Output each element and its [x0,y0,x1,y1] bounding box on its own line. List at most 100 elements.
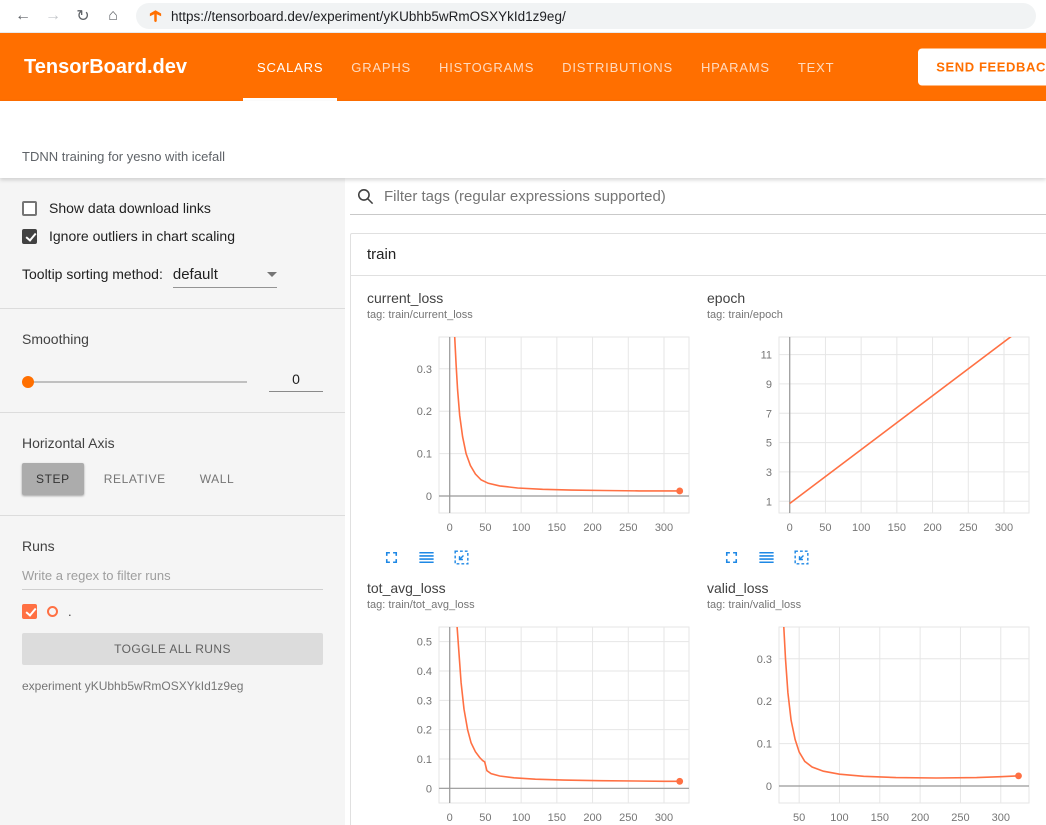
svg-text:0.5: 0.5 [417,637,432,649]
smoothing-value-input[interactable]: 0 [269,371,323,392]
data-table-icon[interactable] [755,546,777,568]
chart-card-epoch: epoch tag: train/epoch 05010015020025030… [707,290,1046,568]
svg-text:200: 200 [583,522,601,534]
fullscreen-icon[interactable] [720,546,742,568]
svg-text:0.1: 0.1 [757,739,772,751]
chart-title: current_loss [367,290,707,306]
address-bar[interactable]: https://tensorboard.dev/experiment/yKUbh… [136,3,1036,29]
smoothing-label: Smoothing [22,331,323,347]
svg-text:50: 50 [479,812,491,824]
tag-filter-row [350,178,1046,215]
fit-domain-icon[interactable] [450,546,472,568]
svg-text:11: 11 [761,350,772,362]
tooltip-sorting-label: Tooltip sorting method: [22,266,163,282]
chart-tag: tag: train/valid_loss [707,599,1046,611]
svg-text:0.2: 0.2 [417,725,432,737]
svg-text:100: 100 [512,812,530,824]
run-row[interactable]: . [22,604,323,619]
smoothing-section: Smoothing 0 [0,309,345,413]
tooltip-sorting-row: Tooltip sorting method: default [22,266,323,288]
charts-grid: current_loss tag: train/current_loss 0 50… [351,276,1046,825]
svg-text:0: 0 [426,491,432,503]
show-download-links-checkbox[interactable]: Show data download links [22,200,323,216]
experiment-id-caption: experiment yKUbhb5wRmOSXYkId1z9eg [22,679,323,693]
axis-relative-button[interactable]: RELATIVE [90,463,180,495]
svg-text:0: 0 [447,812,453,824]
tab-scalars[interactable]: SCALARS [243,33,337,101]
experiment-description: TDNN training for yesno with icefall [22,149,225,164]
svg-text:150: 150 [548,522,566,534]
svg-text:150: 150 [548,812,566,824]
svg-text:300: 300 [655,812,673,824]
line-chart[interactable]: 0501001502002503001357911 [735,331,1035,539]
send-feedback-button[interactable]: SEND FEEDBACK [918,49,1046,86]
svg-text:0.2: 0.2 [417,406,432,418]
svg-text:250: 250 [951,812,969,824]
browser-forward-icon[interactable]: → [40,3,66,29]
svg-text:1: 1 [766,496,772,508]
svg-text:0: 0 [426,783,432,795]
chart-card-tot-avg-loss: tot_avg_loss tag: train/tot_avg_loss 0 50… [367,580,707,825]
tab-histograms[interactable]: HISTOGRAMS [425,33,548,101]
svg-text:250: 250 [619,812,637,824]
svg-text:3: 3 [766,467,772,479]
svg-text:0: 0 [766,781,772,793]
axis-wall-button[interactable]: WALL [186,463,249,495]
toggle-all-runs-button[interactable]: TOGGLE ALL RUNS [22,633,323,665]
chart-tag: tag: train/current_loss [367,309,707,321]
axis-step-button[interactable]: STEP [22,463,84,495]
tooltip-sorting-dropdown[interactable]: default [173,266,277,288]
svg-text:7: 7 [766,408,772,420]
svg-text:50: 50 [479,522,491,534]
browser-chrome: ← → ↻ ⌂ https://tensorboard.dev/experime… [0,0,1046,33]
dropdown-value: default [173,266,218,283]
fullscreen-icon[interactable] [380,546,402,568]
svg-text:0: 0 [787,522,793,534]
svg-text:250: 250 [619,522,637,534]
svg-text:200: 200 [923,522,941,534]
svg-text:300: 300 [992,812,1010,824]
axis-button-group: STEP RELATIVE WALL [22,463,323,495]
app-logo[interactable]: TensorBoard.dev [24,33,187,101]
tag-group-title[interactable]: train [351,234,1046,276]
general-settings-section: Show data download links Ignore outliers… [0,178,345,309]
svg-text:100: 100 [512,522,530,534]
app-header: TensorBoard.dev SCALARS GRAPHS HISTOGRAM… [0,33,1046,101]
chart-tag: tag: train/tot_avg_loss [367,599,707,611]
chart-title: tot_avg_loss [367,580,707,596]
chart-toolbar [720,546,1046,568]
line-chart[interactable]: 05010015020025030000.10.20.3 [395,331,695,539]
tab-distributions[interactable]: DISTRIBUTIONS [548,33,687,101]
ignore-outliers-checkbox[interactable]: Ignore outliers in chart scaling [22,228,323,244]
runs-filter-input[interactable] [22,562,323,590]
chart-card-current-loss: current_loss tag: train/current_loss 0 50… [367,290,707,568]
line-chart[interactable]: 05010015020025030000.10.20.30.40.5 [395,621,695,825]
svg-text:200: 200 [911,812,929,824]
svg-text:50: 50 [819,522,831,534]
settings-sidebar: Show data download links Ignore outliers… [0,178,345,825]
browser-reload-icon[interactable]: ↻ [70,3,96,29]
svg-text:0.1: 0.1 [417,754,432,766]
chart-toolbar [380,546,707,568]
data-table-icon[interactable] [415,546,437,568]
checkbox-label: Show data download links [49,200,211,216]
browser-back-icon[interactable]: ← [10,3,36,29]
run-checkbox-icon[interactable] [22,604,37,619]
tab-graphs[interactable]: GRAPHS [337,33,425,101]
tensorboard-favicon [148,9,163,24]
checkbox-icon [22,201,37,216]
tab-hparams[interactable]: HPARAMS [687,33,784,101]
smoothing-slider-row: 0 [22,371,323,392]
chart-title: valid_loss [707,580,1046,596]
tag-filter-input[interactable] [384,188,1040,205]
svg-text:50: 50 [793,812,805,824]
slider-thumb[interactable] [22,376,34,388]
smoothing-slider[interactable] [24,381,247,383]
svg-text:300: 300 [995,522,1013,534]
svg-text:0.4: 0.4 [417,666,432,678]
browser-home-icon[interactable]: ⌂ [100,3,126,29]
fit-domain-icon[interactable] [790,546,812,568]
run-color-icon [47,606,58,617]
line-chart[interactable]: 5010015020025030000.10.20.3 [735,621,1035,825]
tab-text[interactable]: TEXT [784,33,848,101]
